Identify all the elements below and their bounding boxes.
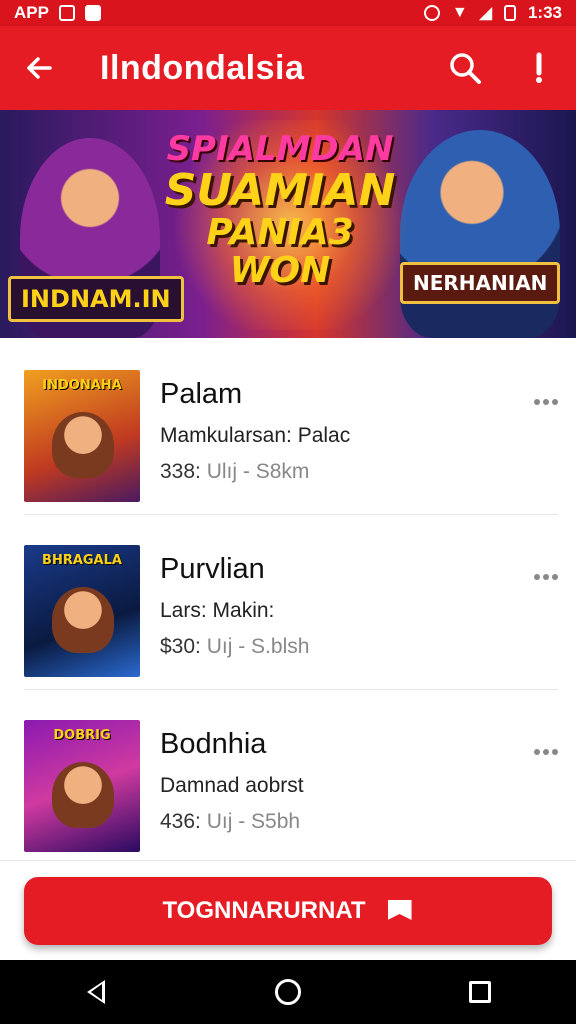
- item-price: $30: Uıj - S.blsh: [160, 635, 309, 659]
- item-more-button[interactable]: [534, 390, 558, 414]
- arrow-left-icon: [27, 57, 52, 79]
- dots-icon: [543, 399, 549, 405]
- status-time: 1:33: [527, 3, 562, 22]
- dots-icon: [534, 399, 540, 405]
- dots-icon: [552, 749, 558, 755]
- item-price-value: $30:: [160, 635, 201, 658]
- wifi-icon: ▼: [451, 4, 468, 21]
- item-price-value: 338:: [160, 460, 201, 483]
- item-description: Lars: Makin:: [160, 599, 275, 622]
- item-price: 338: Ulıj - S8km: [160, 460, 309, 484]
- banner-headline-line1: SPIALMDAN: [166, 129, 394, 169]
- game-list: INDONAHA Palam Mamkularsan: Palac 338: U…: [0, 340, 576, 865]
- item-name: Bodnhia: [160, 728, 267, 760]
- item-more-button[interactable]: [534, 565, 558, 589]
- search-icon: [450, 53, 481, 84]
- item-description: Mamkularsan: Palac: [160, 424, 351, 447]
- item-name: Palam: [160, 378, 243, 410]
- nav-back-button[interactable]: [64, 960, 128, 1024]
- item-thumbnail: DOBRIG: [24, 720, 140, 852]
- thumbnail-caption: BHRAGALA: [42, 553, 122, 568]
- home-circle-icon: [275, 979, 301, 1005]
- dots-icon: [534, 574, 540, 580]
- search-button[interactable]: [428, 26, 502, 110]
- dots-icon: [552, 574, 558, 580]
- alarm-icon: [423, 5, 440, 21]
- cta-container: TOGNNARURNAT: [0, 860, 576, 960]
- signal-icon: ◢: [479, 5, 492, 22]
- item-thumbnail: BHRAGALA: [24, 545, 140, 677]
- battery-icon: [503, 5, 516, 21]
- item-description: Damnad aobrst: [160, 774, 304, 797]
- app-bar: Ilndondalsia: [0, 26, 576, 110]
- banner-headline-line2: SUAMIAN: [164, 164, 396, 216]
- item-thumbnail: INDONAHA: [24, 370, 140, 502]
- back-triangle-icon: [87, 980, 105, 1004]
- banner-headline-line3: PANIA3 WON: [206, 211, 354, 291]
- nav-home-button[interactable]: [256, 960, 320, 1024]
- recents-square-icon: [469, 981, 491, 1003]
- list-item[interactable]: BHRAGALA Purvlian Lars: Makin: $30: Uıj …: [24, 515, 558, 690]
- thumbnail-character: [52, 587, 114, 653]
- overflow-menu-button[interactable]: [502, 26, 576, 110]
- back-button[interactable]: [0, 26, 78, 110]
- tournament-button[interactable]: TOGNNARURNAT: [24, 877, 552, 945]
- banner-left-plate: INDNAM.IN: [8, 276, 184, 322]
- item-price-detail: Uıj - S.blsh: [206, 635, 310, 658]
- page-title: Ilndondalsia: [100, 48, 305, 87]
- flag-icon: [388, 900, 414, 922]
- banner-headline: SPIALMDAN SUAMIAN PANIA3 WON: [160, 129, 400, 291]
- banner-right-plate: NERHANIAN: [400, 262, 561, 304]
- dots-icon: [534, 749, 540, 755]
- thumbnail-character: [52, 762, 114, 828]
- dots-icon: [552, 399, 558, 405]
- item-name: Purvlian: [160, 553, 265, 585]
- nav-recents-button[interactable]: [448, 960, 512, 1024]
- list-item[interactable]: INDONAHA Palam Mamkularsan: Palac 338: U…: [24, 340, 558, 515]
- item-more-button[interactable]: [534, 740, 558, 764]
- status-app-label: APP: [14, 3, 49, 22]
- promo-banner[interactable]: SPIALMDAN SUAMIAN PANIA3 WON INDNAM.IN N…: [0, 110, 576, 338]
- item-price-value: 436:: [160, 810, 201, 833]
- thumbnail-character: [52, 412, 114, 478]
- dots-icon: [543, 574, 549, 580]
- message-notification-icon: [84, 5, 101, 21]
- thumbnail-caption: DOBRIG: [53, 728, 111, 743]
- banner-hero-right: [400, 130, 560, 338]
- list-item[interactable]: DOBRIG Bodnhia Damnad aobrst 436: Uıj - …: [24, 690, 558, 865]
- image-notification-icon: [58, 5, 75, 21]
- tournament-button-label: TOGNNARURNAT: [162, 897, 366, 924]
- item-price: 436: Uıj - S5bh: [160, 810, 300, 834]
- item-price-detail: Ulıj - S8km: [206, 460, 310, 483]
- item-price-detail: Uıj - S5bh: [206, 810, 301, 833]
- status-bar: APP ▼ ◢ 1:33: [0, 0, 576, 26]
- dots-icon: [543, 749, 549, 755]
- system-nav-bar: [0, 960, 576, 1024]
- exclamation-icon: [536, 52, 542, 83]
- thumbnail-caption: INDONAHA: [42, 378, 122, 393]
